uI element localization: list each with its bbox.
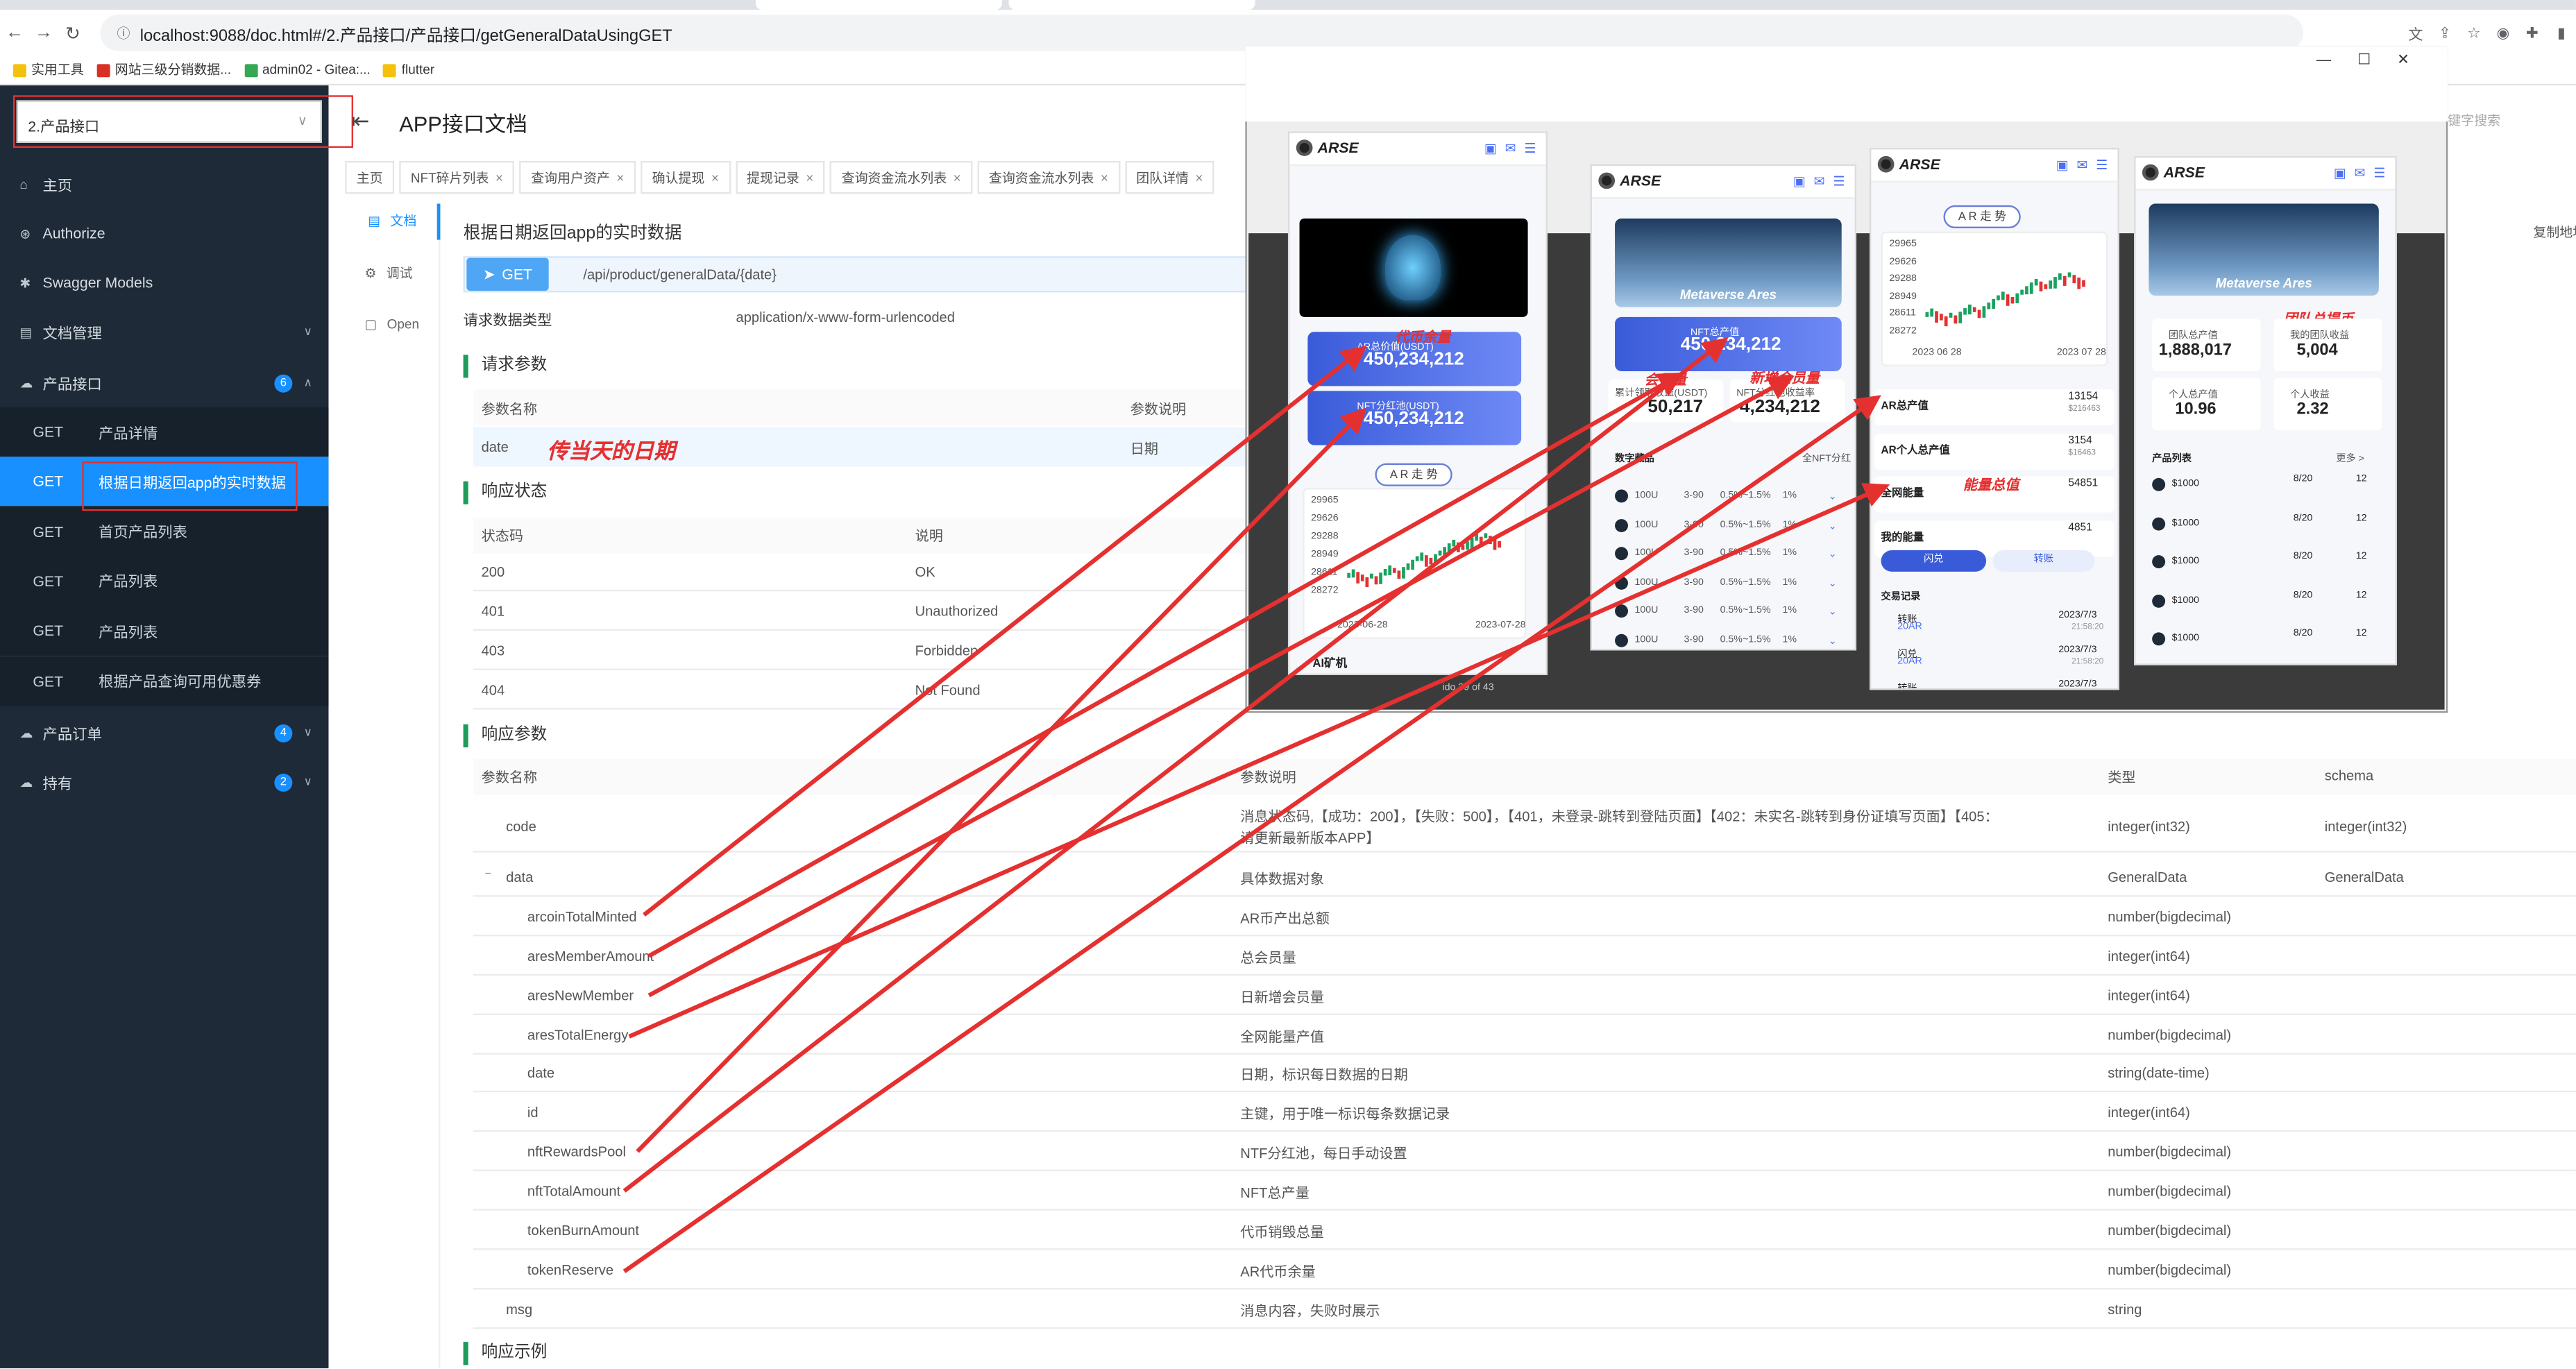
annotation-arrow xyxy=(622,337,1729,1193)
annotation-arrow xyxy=(622,395,1881,1273)
annotation-arrow xyxy=(636,407,1367,1153)
annotation-arrow xyxy=(647,372,1685,958)
annotation-arrow xyxy=(647,375,1795,998)
annotation-arrow xyxy=(628,483,1890,1039)
annotation-arrows xyxy=(622,337,1890,1273)
